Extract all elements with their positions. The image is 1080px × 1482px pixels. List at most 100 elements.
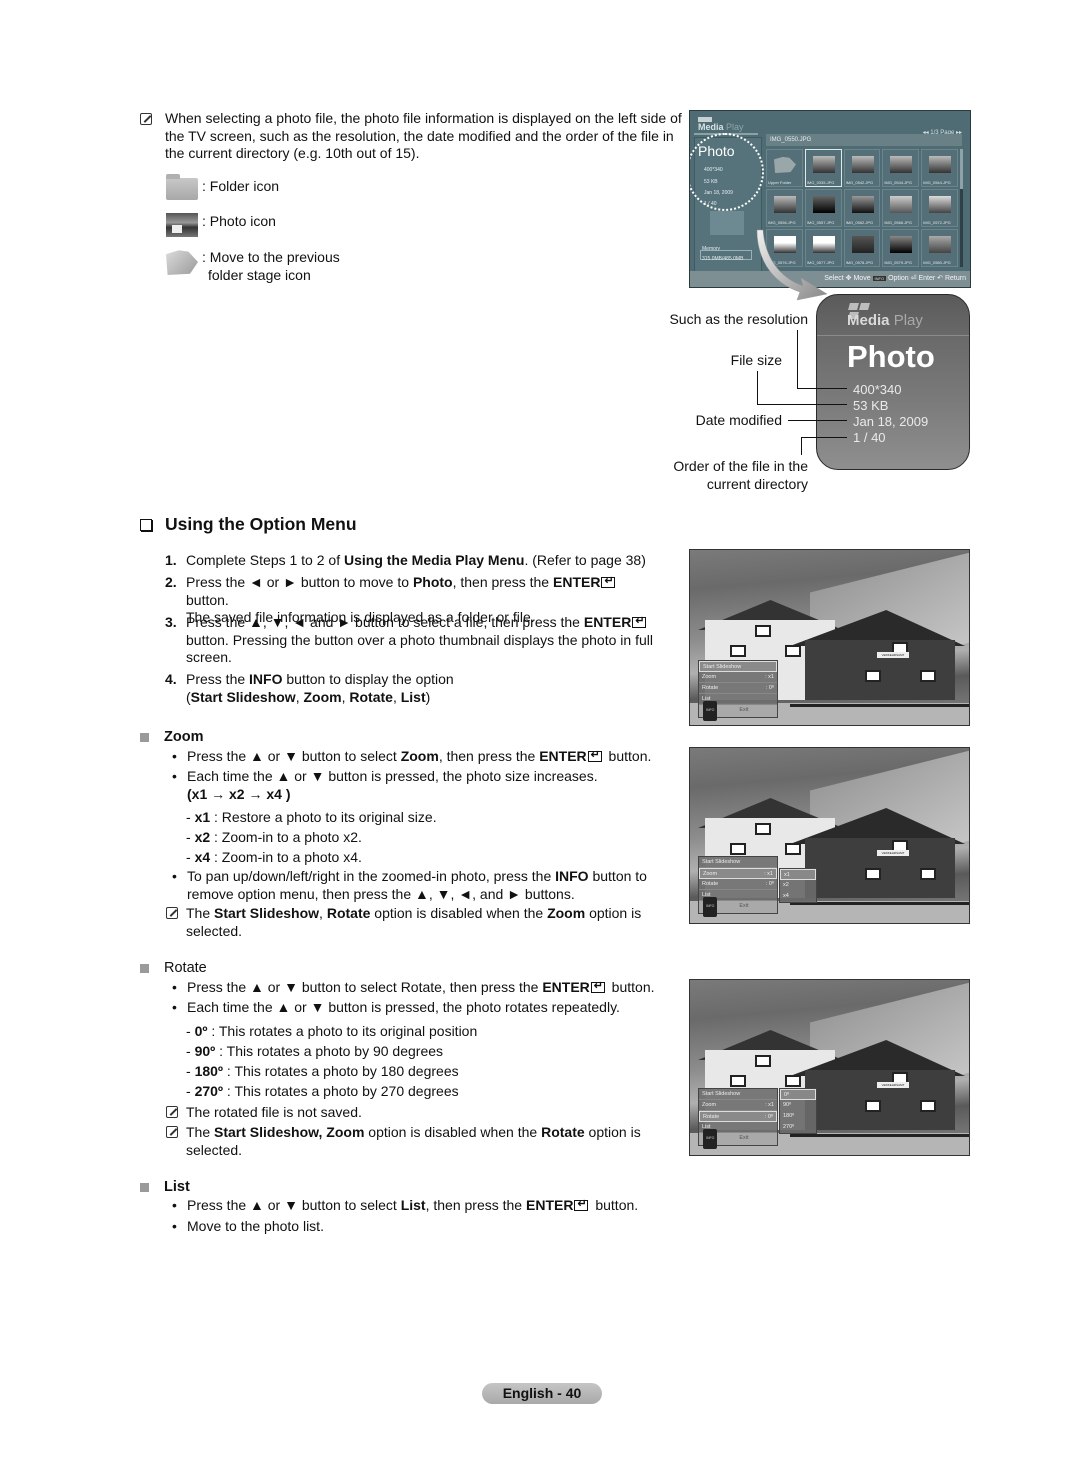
move-icon: ✥ xyxy=(845,275,852,282)
menu-item-zoom[interactable]: Zoom: x1 xyxy=(699,868,777,879)
thumbnail-label: IMG_0544.JPG xyxy=(923,180,951,185)
thumbnail-item[interactable]: IMG_0579.JPG xyxy=(882,229,920,267)
thumbnail-image xyxy=(890,196,913,213)
legend-label-line1: : Move to the previous xyxy=(202,249,340,265)
thumbnail-image xyxy=(890,236,913,253)
rotate-option[interactable]: 0º xyxy=(780,1089,816,1100)
rotate-option[interactable]: 270º xyxy=(780,1122,816,1133)
leader-line xyxy=(757,371,758,404)
zoom-heading: Zoom xyxy=(140,729,203,747)
photo-sign: VERKEHRSAMT xyxy=(877,1082,909,1088)
note-icon xyxy=(166,1126,178,1138)
option-menu: Start Slideshow Zoom: x1 Rotate: 0º List… xyxy=(698,1088,778,1149)
square-bullet-icon xyxy=(140,964,149,974)
thumbnail-item[interactable]: IMG_0562.JPG xyxy=(843,189,881,227)
menu-item-rotate[interactable]: Rotate: 0º xyxy=(699,683,777,694)
callout-resolution: 400*340 xyxy=(853,382,902,397)
menu-item-start-slideshow[interactable]: Start Slideshow xyxy=(699,661,777,672)
option-menu: Start Slideshow Zoom: x1 Rotate: 0º List… xyxy=(698,660,778,721)
menu-item-start-slideshow[interactable]: Start Slideshow xyxy=(699,857,777,868)
step-text: Press the INFO button to display the opt… xyxy=(186,671,454,705)
divider xyxy=(817,335,969,336)
previous-folder-icon xyxy=(166,250,198,275)
option-menu: Start Slideshow Zoom: x1 Rotate: 0º List… xyxy=(698,856,778,917)
thumbnail-label: IMG_0580.JPG xyxy=(923,260,951,265)
checkbox-icon xyxy=(140,518,152,531)
highlight-circle xyxy=(690,133,764,211)
help-enter: Enter xyxy=(918,275,936,282)
exit-button[interactable]: Exit xyxy=(739,1130,748,1148)
info-key-icon: INFO xyxy=(703,701,718,721)
enter-icon xyxy=(587,747,602,765)
thumbnail-item[interactable]: IMG_0578.JPG xyxy=(843,229,881,267)
zoom-option[interactable]: x4 xyxy=(780,891,816,902)
menu-item-rotate[interactable]: Rotate: 0º xyxy=(699,1111,777,1122)
square-bullet-icon xyxy=(140,1183,149,1193)
leader-line xyxy=(801,437,847,438)
label-order-line2: current directory xyxy=(706,475,808,492)
rotate-option-item: - 0º : This rotates a photo to its origi… xyxy=(186,1023,478,1039)
step-number: 4. xyxy=(165,671,177,687)
scrollbar[interactable] xyxy=(960,149,963,267)
menu-item-zoom[interactable]: Zoom: x1 xyxy=(699,1100,777,1111)
info-key-icon: INFO xyxy=(872,275,887,281)
thumbnail-image xyxy=(812,156,835,173)
leader-line xyxy=(788,420,847,421)
callout-logo: Media Play xyxy=(847,312,923,330)
zoom-note: The Start Slideshow, Rotate option is di… xyxy=(165,905,645,940)
step-text: Press the ▲, ▼, ◄ and ► button to select… xyxy=(186,613,665,667)
thumbnail-image xyxy=(851,156,874,173)
upper-folder-icon xyxy=(774,156,796,173)
menu-item-rotate[interactable]: Rotate: 0º xyxy=(699,879,777,890)
menu-item-zoom[interactable]: Zoom: x1 xyxy=(699,672,777,683)
info-key-icon: INFO xyxy=(703,1129,718,1149)
rotate-heading: Rotate xyxy=(140,960,207,978)
section-title: Using the Option Menu xyxy=(140,515,357,534)
thumbnail-item[interactable]: Upper Folder xyxy=(766,149,803,187)
label-order: Order of the file in the current directo… xyxy=(640,458,808,493)
rotate-option[interactable]: 90º xyxy=(780,1100,816,1111)
thumbnail-label: IMG_0579.JPG xyxy=(884,260,912,265)
thumbnail-item[interactable]: IMG_0557.JPG xyxy=(804,189,842,227)
legend-label: : Photo icon xyxy=(202,213,276,229)
return-icon: ↶ xyxy=(937,275,944,282)
thumbnail-item[interactable]: IMG_0542.JPG xyxy=(843,149,881,187)
zoom-option[interactable]: x1 xyxy=(780,869,816,880)
thumbnail-label: IMG_0566.JPG xyxy=(884,220,912,225)
exit-button[interactable]: Exit xyxy=(739,898,748,916)
legend-label: : Folder icon xyxy=(202,178,280,194)
legend-label: : Move to the previous folder stage icon xyxy=(202,249,340,284)
zoom-option[interactable]: x2 xyxy=(780,880,816,891)
thumbnail-image xyxy=(929,236,952,253)
photo-icon xyxy=(166,213,198,237)
enter-icon xyxy=(574,1196,589,1214)
thumbnail-item[interactable]: IMG_0580.JPG xyxy=(921,229,958,267)
enter-icon xyxy=(601,573,616,591)
callout-file-size: 53 KB xyxy=(853,398,889,413)
thumbnail-item[interactable]: IMG_0544.JPG xyxy=(921,149,958,187)
rotate-submenu: 0º 90º 180º 270º xyxy=(779,1088,817,1134)
thumbnail-item[interactable]: IMG_0335.JPG xyxy=(804,149,842,187)
thumbnail-item[interactable]: IMG_0572.JPG xyxy=(921,189,958,227)
leader-line xyxy=(797,330,798,388)
thumbnail-item[interactable]: IMG_0556.JPG xyxy=(766,189,803,227)
legend-photo: : Photo icon xyxy=(166,213,276,237)
step-item: 3. Press the ▲, ▼, ◄ and ► button to sel… xyxy=(165,613,665,667)
enter-icon: ⏎ xyxy=(910,275,917,282)
thumbnail-label: IMG_0335.JPG xyxy=(806,180,835,185)
label-order-line1: Order of the file in the xyxy=(673,458,808,474)
label-date: Date modified xyxy=(695,412,782,428)
menu-item-start-slideshow[interactable]: Start Slideshow xyxy=(699,1089,777,1100)
bullet-item: • Move to the photo list. xyxy=(172,1218,324,1234)
exit-button[interactable]: Exit xyxy=(739,702,748,720)
thumbnail-label: IMG_0578.JPG xyxy=(845,260,874,265)
step-number: 1. xyxy=(165,552,177,568)
zoom-option-item: - x1 : Restore a photo to its original s… xyxy=(186,809,437,825)
note-icon xyxy=(140,113,152,125)
legend-previous-folder: : Move to the previous folder stage icon xyxy=(166,249,340,284)
rotate-option[interactable]: 180º xyxy=(780,1111,816,1122)
thumbnail-item[interactable]: IMG_0566.JPG xyxy=(882,189,920,227)
note-icon xyxy=(166,907,178,919)
thumbnail-item[interactable]: IMG_0544.JPG xyxy=(882,149,920,187)
media-play-logo: Media Play xyxy=(698,117,744,132)
